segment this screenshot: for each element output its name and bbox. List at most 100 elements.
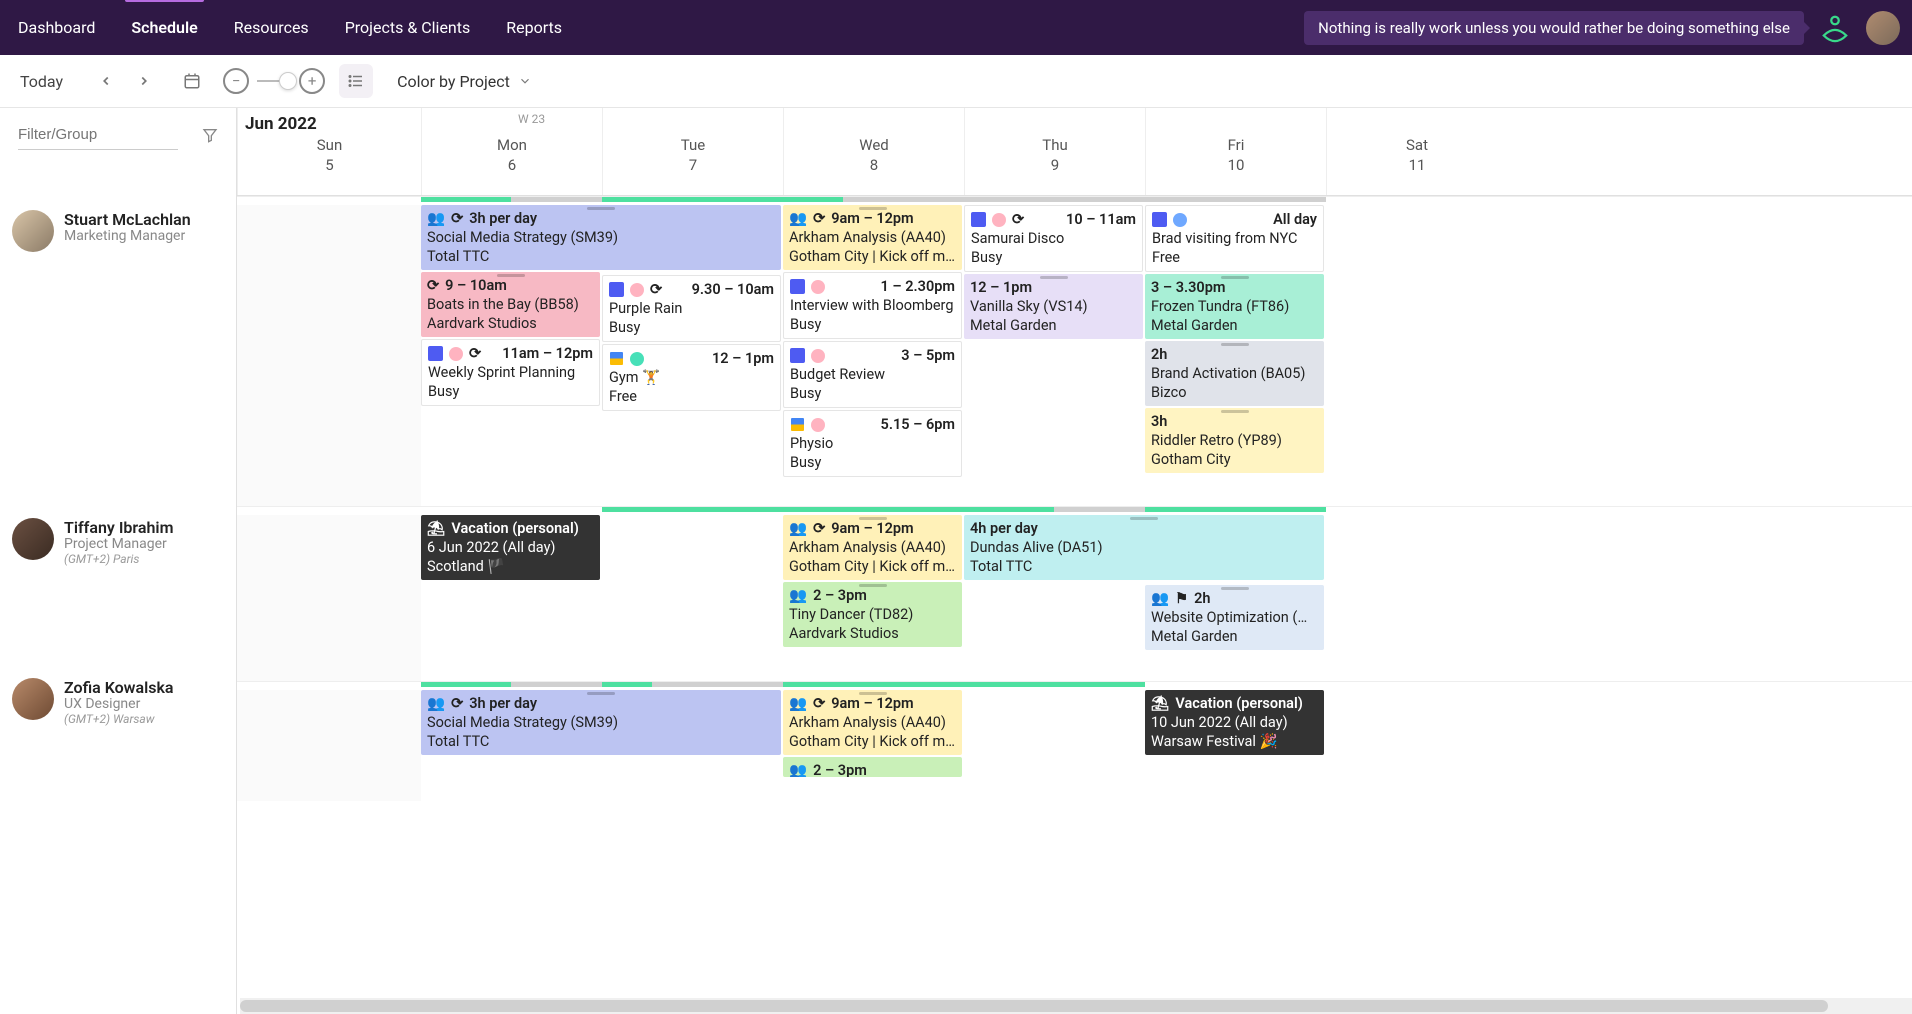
scrollbar-thumb[interactable] — [240, 1000, 1828, 1012]
teams-icon — [971, 212, 986, 227]
today-button[interactable]: Today — [8, 66, 75, 97]
person-row-zofia[interactable]: Zofia Kowalska UX Designer (GMT+2) Warsa… — [0, 668, 236, 736]
event-card[interactable]: 👥⟳9am – 12pm Arkham Analysis (AA40)Gotha… — [783, 515, 962, 580]
event-card[interactable]: 12 – 1pm Vanilla Sky (VS14)Metal Garden — [964, 274, 1143, 339]
status-dot-icon — [811, 280, 825, 294]
avatar — [12, 518, 54, 560]
person-role: UX Designer — [64, 696, 174, 712]
chevron-down-icon — [518, 74, 532, 88]
event-card[interactable]: 12 – 1pm Gym 🏋️Free — [602, 344, 781, 411]
teams-icon — [790, 279, 805, 294]
event-card[interactable]: ⛱Vacation (personal) 10 Jun 2022 (All da… — [1145, 690, 1324, 755]
gcal-icon — [609, 351, 624, 366]
availability-bar — [421, 507, 1691, 512]
refresh-icon: ⟳ — [650, 280, 662, 299]
refresh-icon: ⟳ — [813, 694, 825, 713]
refresh-icon: ⟳ — [1012, 210, 1024, 229]
flag-icon: ⚑ — [1175, 589, 1188, 608]
event-card[interactable]: 👥2 – 3pm Tiny Dancer (TD82)Aardvark Stud… — [783, 582, 962, 647]
refresh-icon: ⟳ — [469, 344, 481, 363]
toolbar: Today − + Color by Project — [0, 55, 1912, 108]
nav-reports[interactable]: Reports — [488, 0, 580, 55]
avatar — [12, 210, 54, 252]
group-icon: 👥 — [427, 694, 445, 713]
filter-input[interactable] — [18, 120, 178, 150]
event-card[interactable]: ⛱Vacation (personal) 6 Jun 2022 (All day… — [421, 515, 600, 580]
umbrella-icon: ⛱ — [427, 519, 445, 538]
event-card[interactable]: 👥⟳9am – 12pm Arkham Analysis (AA40)Gotha… — [783, 205, 962, 270]
color-mode-dropdown[interactable]: Color by Project — [387, 66, 542, 97]
event-card[interactable]: 2h Brand Activation (BA05)Bizco — [1145, 341, 1324, 406]
availability-bar — [421, 197, 1691, 202]
list-view-toggle[interactable] — [339, 64, 373, 98]
teams-icon — [790, 348, 805, 363]
next-button[interactable] — [127, 64, 161, 98]
event-card[interactable]: ⟳9.30 – 10am Purple RainBusy — [602, 275, 781, 342]
person-name: Stuart McLachlan — [64, 210, 191, 229]
refresh-icon: ⟳ — [451, 694, 463, 713]
event-card[interactable]: 👥⚑2h Website Optimization (WO1Metal Gard… — [1145, 585, 1324, 650]
schedule-row-zofia: 👥⟳3h per day Social Media Strategy (SM39… — [237, 681, 1912, 801]
person-row-stuart[interactable]: Stuart McLachlan Marketing Manager — [0, 200, 236, 262]
event-card[interactable]: 👥⟳3h per day Social Media Strategy (SM39… — [421, 690, 781, 755]
avatar — [12, 678, 54, 720]
event-card[interactable]: 1 – 2.30pm Interview with BloombergBusy — [783, 272, 962, 339]
event-card[interactable]: 5.15 – 6pm PhysioBusy — [783, 410, 962, 477]
group-icon: 👥 — [789, 209, 807, 228]
quote-of-day: Nothing is really work unless you would … — [1304, 11, 1804, 45]
event-card[interactable]: 👥⟳3h per day Social Media Strategy (SM39… — [421, 205, 781, 270]
status-dot-icon — [811, 349, 825, 363]
event-card[interactable]: ⟳10 – 11am Samurai DiscoBusy — [964, 205, 1143, 272]
group-icon: 👥 — [427, 209, 445, 228]
person-timezone: (GMT+2) Warsaw — [64, 712, 174, 726]
nav-projects-clients[interactable]: Projects & Clients — [327, 0, 489, 55]
person-timezone: (GMT+2) Paris — [64, 552, 174, 566]
event-card[interactable]: 👥⟳9am – 12pm Arkham Analysis (AA40)Gotha… — [783, 690, 962, 755]
person-role: Marketing Manager — [64, 228, 191, 244]
calendar-icon — [183, 72, 201, 90]
refresh-icon: ⟳ — [451, 209, 463, 228]
schedule-row-tiffany: ⛱Vacation (personal) 6 Jun 2022 (All day… — [237, 506, 1912, 681]
event-card[interactable]: 4h per day Dundas Alive (DA51)Total TTC — [964, 515, 1324, 580]
refresh-icon: ⟳ — [427, 276, 439, 295]
filter-icon[interactable] — [202, 127, 218, 143]
chevron-left-icon — [99, 74, 113, 88]
prev-button[interactable] — [89, 64, 123, 98]
event-card[interactable]: 3 – 3.30pm Frozen Tundra (FT86)Metal Gar… — [1145, 274, 1324, 339]
nav-items: Dashboard Schedule Resources Projects & … — [0, 0, 580, 55]
event-card[interactable]: 👥2 – 3pm — [783, 757, 962, 777]
nav-schedule[interactable]: Schedule — [113, 0, 215, 55]
nav-right: Nothing is really work unless you would … — [1304, 11, 1900, 45]
event-card[interactable]: All day Brad visiting from NYCFree — [1145, 205, 1324, 272]
horizontal-scrollbar[interactable] — [240, 998, 1912, 1014]
teams-icon — [1152, 212, 1167, 227]
top-nav: Dashboard Schedule Resources Projects & … — [0, 0, 1912, 55]
day-header-wed: Wed8 — [783, 108, 964, 195]
event-card[interactable]: 3h Riddler Retro (YP89)Gotham City — [1145, 408, 1324, 473]
chevron-right-icon — [137, 74, 151, 88]
event-card[interactable]: ⟳9 – 10am Boats in the Bay (BB58)Aardvar… — [421, 272, 600, 337]
zoom-knob[interactable] — [279, 72, 297, 90]
zoom-out-button[interactable]: − — [223, 68, 249, 94]
week-number: W 23 — [518, 112, 545, 126]
current-user-avatar[interactable] — [1866, 11, 1900, 45]
status-dot-icon — [811, 418, 825, 432]
event-card[interactable]: 3 – 5pm Budget ReviewBusy — [783, 341, 962, 408]
main-content: Stuart McLachlan Marketing Manager Tiffa… — [0, 108, 1912, 1014]
group-icon: 👥 — [789, 519, 807, 538]
zoom-in-button[interactable]: + — [299, 68, 325, 94]
zoom-slider[interactable] — [257, 80, 291, 82]
schedule-grid[interactable]: Jun 2022 W 23 Sun5 Mon6 Tue7 Wed8 Thu9 F… — [237, 108, 1912, 1014]
calendar-picker-button[interactable] — [175, 64, 209, 98]
teams-icon — [428, 346, 443, 361]
day-header-mon: Mon6 — [421, 108, 602, 195]
group-icon: 👥 — [789, 694, 807, 713]
nav-resources[interactable]: Resources — [216, 0, 327, 55]
day-header-fri: Fri10 — [1145, 108, 1326, 195]
teams-icon — [609, 282, 624, 297]
person-row-tiffany[interactable]: Tiffany Ibrahim Project Manager (GMT+2) … — [0, 508, 236, 576]
group-icon: 👥 — [1151, 589, 1169, 608]
group-icon: 👥 — [789, 761, 807, 777]
event-card[interactable]: ⟳11am – 12pm Weekly Sprint PlanningBusy — [421, 339, 600, 406]
nav-dashboard[interactable]: Dashboard — [0, 0, 113, 55]
